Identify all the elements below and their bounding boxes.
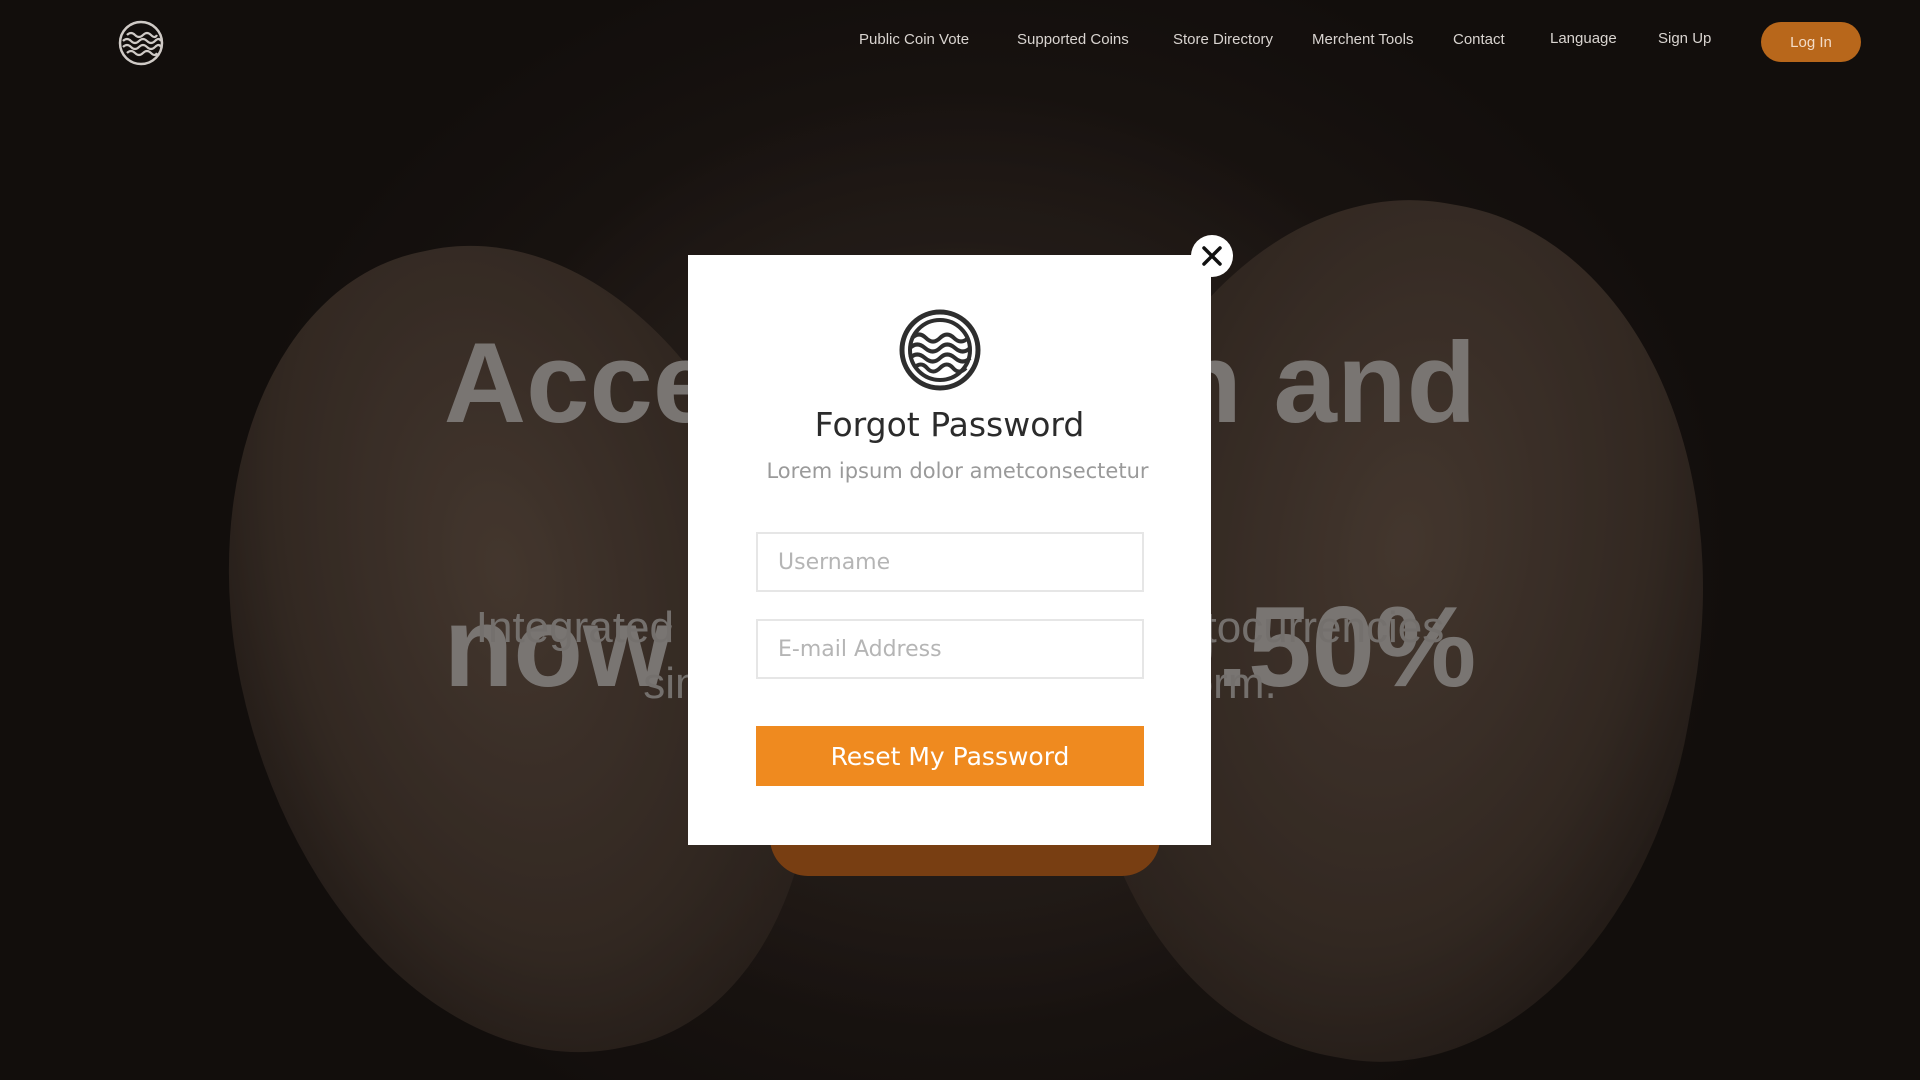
modal-title: Forgot Password (814, 405, 1085, 444)
nav-sign-up[interactable]: Sign Up (1658, 30, 1711, 47)
close-icon (1202, 246, 1222, 266)
nav-store-directory[interactable]: Store Directory (1173, 31, 1273, 48)
reset-password-button[interactable]: Reset My Password (756, 726, 1144, 786)
nav-supported-coins[interactable]: Supported Coins (1017, 31, 1129, 48)
top-navigation: Public Coin Vote Supported Coins Store D… (0, 0, 1920, 86)
nav-contact[interactable]: Contact (1453, 31, 1505, 48)
nav-merchent-tools[interactable]: Merchent Tools (1312, 31, 1413, 48)
page: Accept Bitcoin and altcoins now for only… (0, 0, 1920, 1080)
nav-language[interactable]: Language (1550, 30, 1617, 47)
username-input[interactable] (756, 532, 1144, 592)
nav-public-coin-vote[interactable]: Public Coin Vote (859, 31, 969, 48)
modal-close-button[interactable] (1191, 235, 1233, 277)
forgot-password-modal: Forgot Password Lorem ipsum dolor ametco… (688, 255, 1211, 845)
login-button[interactable]: Log In (1761, 22, 1861, 62)
email-input[interactable] (756, 619, 1144, 679)
brand-logo-icon[interactable] (118, 20, 164, 66)
brand-logo-icon (899, 309, 981, 391)
modal-subtitle: Lorem ipsum dolor ametconsectetur (766, 459, 1149, 483)
